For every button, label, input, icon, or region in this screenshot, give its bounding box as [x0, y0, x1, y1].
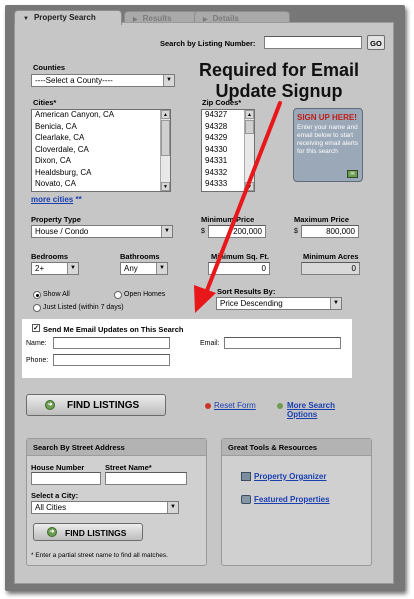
city-label: Select a City: [31, 491, 79, 500]
bedrooms-label: Bedrooms [31, 252, 69, 261]
open-homes-radio[interactable] [114, 291, 122, 299]
envelope-icon: ✉ [347, 170, 358, 178]
go-button[interactable]: GO [367, 35, 385, 50]
signup-title: SIGN UP HERE! [297, 113, 357, 122]
property-type-label: Property Type [31, 215, 81, 224]
phone-input[interactable] [53, 354, 170, 366]
signup-text: Enter your name and email below to start… [297, 124, 359, 155]
street-search-title: Search By Street Address [27, 439, 206, 456]
dropdown-arrow-icon: ▼ [67, 263, 78, 274]
red-arrow-icon [194, 101, 282, 313]
signup-box: SIGN UP HERE! Enter your name and email … [293, 108, 363, 182]
more-cities[interactable]: more cities ** [31, 195, 82, 204]
house-number-input[interactable] [31, 472, 101, 485]
more-search-options-link-2[interactable]: Options [287, 410, 317, 419]
street-find-listings-button[interactable]: ➜ FIND LISTINGS [33, 523, 143, 541]
featured-properties-link[interactable]: Featured Properties [254, 495, 330, 504]
property-organizer-link[interactable]: Property Organizer [254, 472, 326, 481]
bullet-icon [205, 403, 211, 409]
bathrooms-label: Bathrooms [120, 252, 160, 261]
dropdown-arrow-icon: ▼ [163, 75, 174, 86]
max-price-input[interactable]: 800,000 [301, 225, 359, 238]
max-price-currency: $ [294, 228, 298, 235]
email-updates-label: Send Me Email Updates on This Search [43, 325, 184, 334]
dropdown-arrow-icon: ▼ [156, 263, 167, 274]
listing-number-input[interactable] [264, 36, 362, 49]
go-arrow-icon: ➜ [47, 527, 57, 537]
cities-listbox[interactable]: American Canyon, CA Benicia, CA Clearlak… [31, 109, 171, 192]
more-search-options-link-1[interactable]: More Search [287, 401, 335, 410]
scroll-down-icon[interactable]: ▼ [161, 182, 170, 191]
scrollbar[interactable]: ▲ ▼ [160, 110, 170, 191]
list-item[interactable]: Dixon, CA [32, 156, 170, 168]
street-name-label: Street Name* [105, 463, 152, 472]
city-select[interactable]: All Cities ▼ [31, 501, 179, 514]
name-label: Name: [26, 340, 47, 347]
scroll-up-icon[interactable]: ▲ [161, 110, 170, 119]
tools-title: Great Tools & Resources [222, 439, 371, 456]
dropdown-arrow-icon: ▼ [330, 298, 341, 309]
email-input[interactable] [224, 337, 341, 349]
featured-icon [241, 495, 251, 504]
show-all-label: Show All [43, 291, 70, 298]
street-footnote: * Enter a partial street name to find al… [31, 552, 168, 559]
property-type-select[interactable]: House / Condo ▼ [31, 225, 173, 238]
scroll-thumb[interactable] [161, 120, 170, 156]
more-cities-stars: ** [75, 195, 82, 204]
show-all-radio[interactable] [33, 291, 41, 299]
email-updates-checkbox[interactable]: ✓ [32, 324, 40, 332]
list-item[interactable]: Healdsburg, CA [32, 168, 170, 180]
list-item[interactable]: American Canyon, CA [32, 110, 170, 122]
more-cities-link[interactable]: more cities [31, 195, 73, 204]
name-input[interactable] [53, 337, 170, 349]
organizer-icon [241, 472, 251, 481]
list-item[interactable]: Benicia, CA [32, 122, 170, 134]
min-acres-input[interactable]: 0 [301, 262, 360, 275]
bedrooms-select[interactable]: 2+ ▼ [31, 262, 79, 275]
list-item[interactable]: Clearlake, CA [32, 133, 170, 145]
callout-line1: Required for Email [198, 60, 360, 80]
tab-property-search[interactable]: ▼ Property Search [14, 10, 122, 25]
street-name-input[interactable] [105, 472, 187, 485]
listing-number-label: Search by Listing Number: [160, 39, 256, 48]
dropdown-arrow-icon: ▼ [161, 226, 172, 237]
county-select[interactable]: ----Select a County---- ▼ [31, 74, 175, 87]
bathrooms-select[interactable]: Any ▼ [120, 262, 168, 275]
chevron-down-icon: ▼ [23, 16, 29, 22]
phone-label: Phone: [26, 357, 49, 364]
open-homes-label: Open Homes [124, 291, 166, 298]
just-listed-label: Just Listed (within 7 days) [43, 304, 124, 311]
house-number-label: House Number [31, 463, 85, 472]
list-item[interactable]: Novato, CA [32, 179, 170, 191]
reset-form-link[interactable]: Reset Form [214, 401, 256, 410]
max-price-label: Maximum Price [294, 215, 350, 224]
go-arrow-icon: ➜ [45, 400, 55, 410]
min-acres-label: Minimum Acres [303, 252, 359, 261]
list-item[interactable]: Cloverdale, CA [32, 145, 170, 157]
just-listed-radio[interactable] [33, 304, 41, 312]
dropdown-arrow-icon: ▼ [167, 502, 178, 513]
counties-label: Counties [33, 63, 66, 72]
bullet-icon [277, 403, 283, 409]
cities-label: Cities* [33, 98, 57, 107]
find-listings-button[interactable]: ➜ FIND LISTINGS [26, 394, 166, 416]
email-label: Email: [200, 340, 220, 347]
